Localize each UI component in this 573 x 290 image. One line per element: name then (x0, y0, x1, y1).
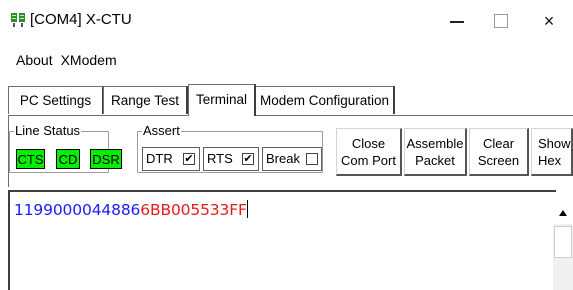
dtr-label: DTR (146, 151, 173, 166)
tab-pc-settings[interactable]: PC Settings (8, 86, 104, 114)
text-cursor (246, 200, 248, 218)
maximize-icon (494, 14, 508, 28)
rts-check-icon[interactable]: ✔ (242, 153, 254, 165)
dtr-checkbox[interactable]: DTR ✔ (142, 147, 200, 171)
assert-label: Assert (142, 123, 181, 139)
tab-modem-configuration[interactable]: Modem Configuration (255, 86, 395, 114)
maximize-button[interactable] (486, 8, 516, 34)
line-status-label: Line Status (14, 123, 82, 139)
rts-checkbox[interactable]: RTS ✔ (203, 147, 259, 171)
dsr-indicator: DSR (90, 149, 122, 169)
xctu-app-icon (11, 13, 25, 27)
menu-bar: About XModem (0, 50, 573, 72)
window-title: [COM4] X-CTU (30, 11, 132, 28)
clear-screen-button[interactable]: Clear Screen (469, 128, 529, 176)
menu-about[interactable]: About (0, 50, 57, 72)
dtr-check-icon[interactable]: ✔ (183, 153, 195, 165)
scroll-up-button[interactable] (553, 202, 573, 224)
minimize-icon (450, 21, 464, 23)
cd-indicator: CD (56, 149, 80, 169)
terminal-line: 11990000448866BB005533FF (14, 200, 248, 220)
close-window-button[interactable]: × (534, 8, 564, 34)
transmitted-text: 1199000044886 (14, 201, 141, 219)
close-com-port-button[interactable]: Close Com Port (336, 128, 402, 176)
close-icon: × (543, 10, 555, 31)
rts-label: RTS (207, 151, 233, 166)
terminal-window[interactable]: 11990000448866BB005533FF (8, 190, 556, 290)
received-text: 6BB005533FF (140, 201, 247, 219)
arrow-up-icon (559, 210, 567, 216)
break-checkbox[interactable]: Break (262, 147, 322, 171)
title-bar: [COM4] X-CTU × (0, 0, 573, 44)
tab-range-test[interactable]: Range Test (103, 86, 188, 114)
scroll-thumb[interactable] (554, 226, 572, 258)
show-hex-button[interactable]: Show Hex (531, 128, 573, 176)
terminal-scrollbar[interactable] (553, 202, 573, 290)
assemble-packet-button[interactable]: Assemble Packet (404, 128, 467, 176)
break-check-icon[interactable] (306, 153, 318, 165)
cts-indicator: CTS (16, 149, 45, 169)
tab-terminal[interactable]: Terminal (188, 84, 256, 116)
break-label: Break (266, 151, 300, 166)
minimize-button[interactable] (442, 8, 472, 34)
menu-xmodem[interactable]: XModem (57, 50, 121, 72)
